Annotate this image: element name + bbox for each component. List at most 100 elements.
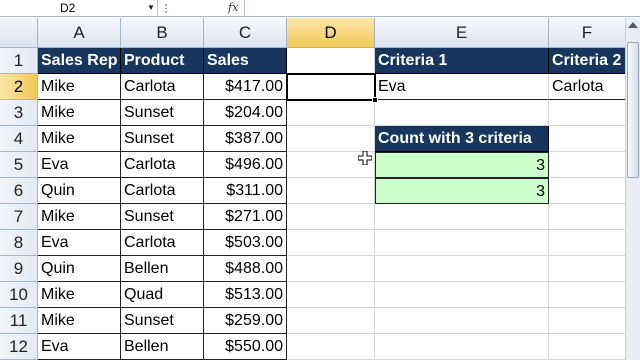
table-cell-sales[interactable]: $271.00 xyxy=(204,204,287,230)
table-cell-sales[interactable]: $550.00 xyxy=(204,334,287,360)
row-header-1[interactable]: 1 xyxy=(0,48,38,74)
row-header-10[interactable]: 10 xyxy=(0,282,38,308)
table-cell-sales-rep[interactable]: Eva xyxy=(38,230,121,256)
empty-cell-f[interactable] xyxy=(549,256,626,282)
row-header-12[interactable]: 12 xyxy=(0,334,38,360)
table-cell-sales[interactable]: $488.00 xyxy=(204,256,287,282)
table-cell-product[interactable]: Bellen xyxy=(121,334,204,360)
column-header-d[interactable]: D xyxy=(287,18,375,48)
table-cell-sales[interactable]: $204.00 xyxy=(204,100,287,126)
empty-cell-d[interactable] xyxy=(287,48,375,74)
table-cell-sales[interactable]: $311.00 xyxy=(204,178,287,204)
column-header-e[interactable]: E xyxy=(375,18,549,48)
criteria-2-value[interactable]: Carlota xyxy=(549,74,626,100)
count-result-1[interactable]: 3 xyxy=(375,152,549,178)
row-header-6[interactable]: 6 xyxy=(0,178,38,204)
column-header-a[interactable]: A xyxy=(38,18,121,48)
table-cell-sales-rep[interactable]: Mike xyxy=(38,100,121,126)
empty-cell-e[interactable] xyxy=(375,308,549,334)
row-header-8[interactable]: 8 xyxy=(0,230,38,256)
empty-cell-e[interactable] xyxy=(375,334,549,360)
empty-cell-f[interactable] xyxy=(549,282,626,308)
table-cell-product[interactable]: Sunset xyxy=(121,100,204,126)
empty-cell-f[interactable] xyxy=(549,152,626,178)
name-box[interactable]: D2 xyxy=(0,0,158,16)
active-cell-d2[interactable] xyxy=(286,73,376,101)
column-header-c[interactable]: C xyxy=(204,18,287,48)
insert-function-icon[interactable]: fx xyxy=(228,0,238,16)
empty-cell-d[interactable] xyxy=(287,256,375,282)
empty-cell-f[interactable] xyxy=(549,126,626,152)
table-cell-sales[interactable]: $513.00 xyxy=(204,282,287,308)
formula-input[interactable] xyxy=(245,0,640,16)
count-header[interactable]: Count with 3 criteria xyxy=(375,126,549,152)
empty-cell-e[interactable] xyxy=(375,100,549,126)
empty-cell-e[interactable] xyxy=(375,204,549,230)
empty-cell-d[interactable] xyxy=(287,308,375,334)
table-cell-sales-rep[interactable]: Mike xyxy=(38,308,121,334)
table-cell-sales-rep[interactable]: Mike xyxy=(38,282,121,308)
table-cell-sales[interactable]: $387.00 xyxy=(204,126,287,152)
vertical-scrollbar[interactable] xyxy=(625,18,640,360)
empty-cell-d[interactable] xyxy=(287,204,375,230)
table-cell-sales-rep[interactable]: Eva xyxy=(38,152,121,178)
name-box-dropdown-icon[interactable]: ▼ xyxy=(147,0,155,16)
table-cell-product[interactable]: Carlota xyxy=(121,178,204,204)
table-cell-product[interactable]: Sunset xyxy=(121,126,204,152)
criteria-1-header[interactable]: Criteria 1 xyxy=(375,48,549,74)
empty-cell-f[interactable] xyxy=(549,308,626,334)
formula-bar-splitter-icon[interactable] xyxy=(163,3,169,14)
empty-cell-d[interactable] xyxy=(287,282,375,308)
scroll-up-icon[interactable] xyxy=(628,22,638,28)
row-header-5[interactable]: 5 xyxy=(0,152,38,178)
empty-cell-f[interactable] xyxy=(549,230,626,256)
empty-cell-d[interactable] xyxy=(287,178,375,204)
empty-cell-e[interactable] xyxy=(375,282,549,308)
table-header-sales-rep[interactable]: Sales Rep xyxy=(38,48,121,74)
empty-cell-d[interactable] xyxy=(287,334,375,360)
empty-cell-d[interactable] xyxy=(287,126,375,152)
empty-cell-f[interactable] xyxy=(549,100,626,126)
row-header-11[interactable]: 11 xyxy=(0,308,38,334)
table-cell-sales[interactable]: $496.00 xyxy=(204,152,287,178)
criteria-2-header[interactable]: Criteria 2 xyxy=(549,48,626,74)
empty-cell-e[interactable] xyxy=(375,256,549,282)
table-cell-sales-rep[interactable]: Quin xyxy=(38,178,121,204)
table-cell-product[interactable]: Quad xyxy=(121,282,204,308)
empty-cell-f[interactable] xyxy=(549,204,626,230)
table-cell-sales-rep[interactable]: Mike xyxy=(38,204,121,230)
table-cell-sales-rep[interactable]: Mike xyxy=(38,74,121,100)
empty-cell-d[interactable] xyxy=(287,230,375,256)
scrollbar-thumb[interactable] xyxy=(627,42,639,178)
table-cell-product[interactable]: Carlota xyxy=(121,74,204,100)
empty-cell-d[interactable] xyxy=(287,100,375,126)
select-all-corner[interactable] xyxy=(0,18,38,48)
table-cell-product[interactable]: Carlota xyxy=(121,152,204,178)
empty-cell-f[interactable] xyxy=(549,334,626,360)
count-result-2[interactable]: 3 xyxy=(375,178,549,204)
table-header-sales[interactable]: Sales xyxy=(204,48,287,74)
table-header-product[interactable]: Product xyxy=(121,48,204,74)
table-cell-sales[interactable]: $417.00 xyxy=(204,74,287,100)
table-cell-sales-rep[interactable]: Mike xyxy=(38,126,121,152)
table-cell-sales[interactable]: $503.00 xyxy=(204,230,287,256)
row-header-7[interactable]: 7 xyxy=(0,204,38,230)
row-header-4[interactable]: 4 xyxy=(0,126,38,152)
criteria-1-value[interactable]: Eva xyxy=(375,74,549,100)
table-cell-product[interactable]: Carlota xyxy=(121,230,204,256)
row-header-2[interactable]: 2 xyxy=(0,74,38,100)
fill-handle[interactable] xyxy=(372,97,378,103)
cell-select-cursor-icon xyxy=(358,151,372,165)
row-header-9[interactable]: 9 xyxy=(0,256,38,282)
table-cell-product[interactable]: Bellen xyxy=(121,256,204,282)
table-cell-sales[interactable]: $259.00 xyxy=(204,308,287,334)
table-cell-sales-rep[interactable]: Quin xyxy=(38,256,121,282)
empty-cell-f[interactable] xyxy=(549,178,626,204)
table-cell-product[interactable]: Sunset xyxy=(121,204,204,230)
row-header-3[interactable]: 3 xyxy=(0,100,38,126)
column-header-b[interactable]: B xyxy=(121,18,204,48)
table-cell-sales-rep[interactable]: Eva xyxy=(38,334,121,360)
column-header-f[interactable]: F xyxy=(549,18,626,48)
table-cell-product[interactable]: Sunset xyxy=(121,308,204,334)
empty-cell-e[interactable] xyxy=(375,230,549,256)
